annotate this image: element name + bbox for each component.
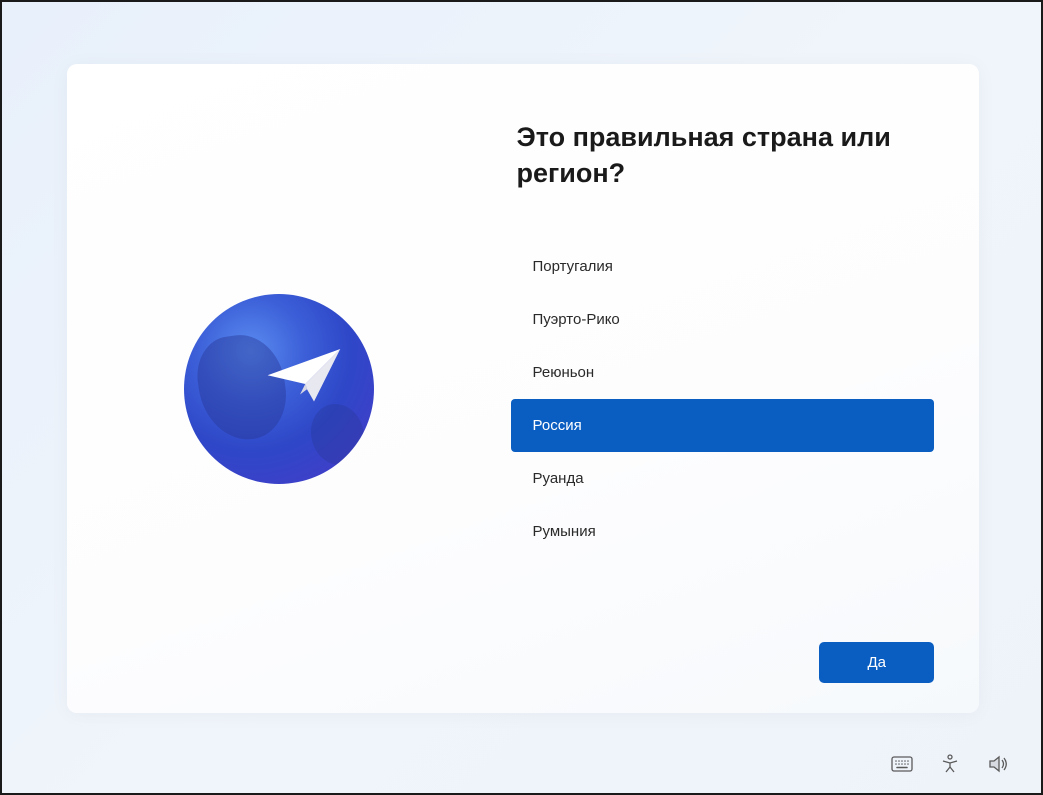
country-list[interactable]: Португалия Пуэрто-Рико Реюньон Россия Ру…: [511, 240, 935, 558]
illustration-panel: [67, 64, 511, 713]
setup-card: Это правильная страна или регион? Португ…: [67, 64, 979, 713]
keyboard-icon[interactable]: [891, 753, 913, 775]
country-item-reunion[interactable]: Реюньон: [511, 346, 935, 399]
page-title: Это правильная страна или регион?: [511, 119, 935, 192]
confirm-button[interactable]: Да: [819, 642, 934, 683]
accessibility-icon[interactable]: [939, 753, 961, 775]
country-item-puerto-rico[interactable]: Пуэрто-Рико: [511, 293, 935, 346]
volume-icon[interactable]: [987, 753, 1009, 775]
country-item-russia[interactable]: Россия: [511, 399, 935, 452]
country-item-romania[interactable]: Румыния: [511, 505, 935, 558]
country-item-rwanda[interactable]: Руанда: [511, 452, 935, 505]
taskbar-tray: [891, 753, 1009, 775]
country-item-portugal[interactable]: Португалия: [511, 240, 935, 293]
paper-plane-icon: [262, 342, 352, 412]
globe-illustration: [184, 294, 374, 484]
content-panel: Это правильная страна или регион? Португ…: [511, 64, 980, 713]
